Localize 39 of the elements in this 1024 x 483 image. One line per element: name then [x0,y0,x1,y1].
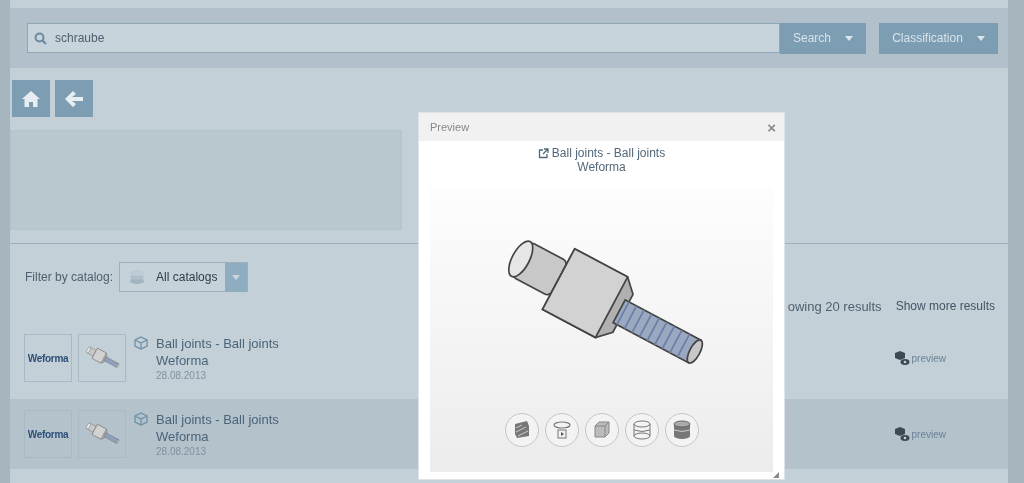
caret-icon [232,274,241,280]
show-more-link[interactable]: Show more results [895,299,995,314]
view-mode-button[interactable] [624,413,659,447]
home-icon [21,89,41,108]
preview-link[interactable]: preview [893,350,946,366]
cube-eye-icon [893,426,910,442]
close-button[interactable]: × [767,119,776,135]
result-title[interactable]: Ball joints - Ball joints [156,335,279,351]
caret-icon [976,35,985,41]
cube-icon [134,336,148,350]
view-mode-button[interactable] [584,413,619,447]
search-field[interactable]: schraube [27,23,780,53]
view-mode-button[interactable] [664,413,699,447]
stack-icon [128,269,147,285]
results-count: owing 20 results [787,299,882,314]
catalog-dropdown[interactable]: All catalogs [119,262,249,292]
view-mode-button[interactable] [544,413,579,447]
back-arrow-icon [64,89,84,108]
filter-label: Filter by catalog: [25,270,114,284]
vendor-logo: Weforma [24,334,72,382]
part-link[interactable]: Ball joints - Ball joints [537,146,666,160]
dialog-title: Preview [430,121,470,133]
vendor-name: Weforma [577,160,626,174]
search-icon [34,31,47,45]
resize-grip-icon[interactable] [773,472,779,478]
result-title[interactable]: Ball joints - Ball joints [156,411,279,427]
back-button[interactable] [55,80,93,117]
vendor-name: Weforma [156,352,209,368]
caret-icon [845,35,853,41]
cube-eye-icon [893,350,910,366]
preview-link[interactable]: preview [893,426,946,442]
vendor-logo: Weforma [24,410,72,458]
home-button[interactable] [12,80,50,117]
search-input[interactable]: schraube [53,30,779,46]
vendor-name: Weforma [156,428,209,444]
view-mode-button[interactable] [504,413,539,447]
cube-icon [134,412,148,426]
result-date: 28.08.2013 [156,369,207,381]
external-link-icon [537,147,549,159]
